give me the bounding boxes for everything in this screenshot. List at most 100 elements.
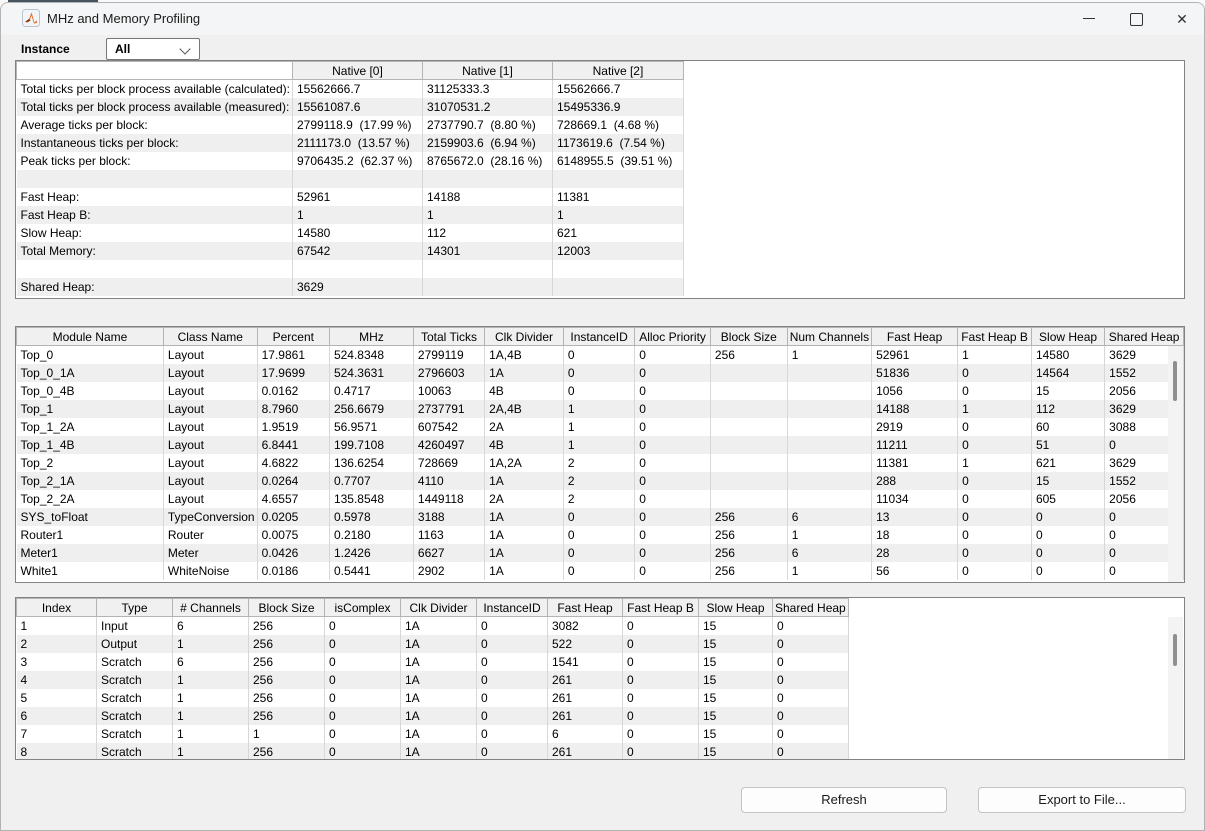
table-row[interactable]: Fast Heap:529611418811381 xyxy=(17,188,684,206)
minimize-button[interactable] xyxy=(1072,3,1106,35)
cell: 1 xyxy=(17,617,97,635)
close-button[interactable]: ✕ xyxy=(1165,3,1199,35)
table-row[interactable]: Top_1Layout8.7960256.667927377912A,4B101… xyxy=(17,400,1184,418)
table-row[interactable]: Average ticks per block:2799118.9 (17.99… xyxy=(17,116,684,134)
cell: 1 xyxy=(173,725,249,743)
cell: Top_2 xyxy=(17,454,164,472)
table-row[interactable]: Top_0_4BLayout0.01620.4717100634B0010560… xyxy=(17,382,1184,400)
column-header: Fast Heap xyxy=(872,328,958,346)
cell: 1 xyxy=(173,689,249,707)
table-row[interactable]: Router1Router0.00750.218011631A002561180… xyxy=(17,526,1184,544)
cell xyxy=(552,170,683,188)
table-row[interactable]: 5Scratch125601A02610150 xyxy=(17,689,849,707)
cell: 0 xyxy=(563,508,634,526)
cell xyxy=(710,418,787,436)
table-row[interactable]: Slow Heap:14580112621 xyxy=(17,224,684,242)
cell: Top_0_4B xyxy=(17,382,164,400)
cell: 52961 xyxy=(292,188,422,206)
scrollbar-thumb[interactable] xyxy=(1173,634,1177,666)
cell: 0.0186 xyxy=(257,562,329,580)
cell: 15495336.9 xyxy=(552,98,683,116)
export-to-file-button[interactable]: Export to File... xyxy=(978,787,1186,813)
window-title: MHz and Memory Profiling xyxy=(47,3,200,35)
instance-dropdown[interactable]: All xyxy=(106,38,200,60)
cell: 0 xyxy=(635,418,711,436)
cell: 136.6254 xyxy=(329,454,413,472)
cell: 0 xyxy=(958,436,1032,454)
column-header: Percent xyxy=(257,328,329,346)
cell: 0 xyxy=(325,725,401,743)
cell: 4110 xyxy=(413,472,484,490)
cell: 1.9519 xyxy=(257,418,329,436)
table-row[interactable]: Top_0Layout17.9861524.834827991191A,4B00… xyxy=(17,346,1184,364)
cell: 11381 xyxy=(552,188,683,206)
table-row[interactable]: 8Scratch125601A02610150 xyxy=(17,743,849,761)
cell: Router1 xyxy=(17,526,164,544)
cell: 0 xyxy=(623,743,699,761)
cell: 8 xyxy=(17,743,97,761)
cell: 14301 xyxy=(422,242,552,260)
table-row[interactable] xyxy=(17,170,684,188)
cell: Top_1_4B xyxy=(17,436,164,454)
cell: 522 xyxy=(548,635,623,653)
table-row[interactable]: White1WhiteNoise0.01860.544129021A002561… xyxy=(17,562,1184,580)
cell: 4B xyxy=(485,382,564,400)
header-row: IndexType# ChannelsBlock SizeisComplexCl… xyxy=(17,599,849,617)
table-row[interactable]: SYS_toFloatTypeConversion0.02050.5978318… xyxy=(17,508,1184,526)
cell: 0.7707 xyxy=(329,472,413,490)
cell: 3082 xyxy=(548,617,623,635)
cell: 67542 xyxy=(292,242,422,260)
column-header: Native [0] xyxy=(292,62,422,80)
table-row[interactable]: Top_1_2ALayout1.951956.95716075422A10291… xyxy=(17,418,1184,436)
table-row[interactable]: 6Scratch125601A02610150 xyxy=(17,707,849,725)
matlab-app-icon xyxy=(22,9,40,27)
table-row[interactable]: Top_2Layout4.6822136.62547286691A,2A2011… xyxy=(17,454,1184,472)
module-table-scrollbar[interactable] xyxy=(1168,346,1183,582)
table-row[interactable]: 4Scratch125601A02610150 xyxy=(17,671,849,689)
table-row[interactable]: 1Input625601A030820150 xyxy=(17,617,849,635)
cell: 0 xyxy=(958,562,1032,580)
cell: 10063 xyxy=(413,382,484,400)
cell: 0 xyxy=(477,635,548,653)
cell: 1163 xyxy=(413,526,484,544)
table-row[interactable]: Instantaneous ticks per block:2111173.0 … xyxy=(17,134,684,152)
table-row[interactable]: Total ticks per block process available … xyxy=(17,98,684,116)
table-row[interactable] xyxy=(17,260,684,278)
cell: 1A,2A xyxy=(485,454,564,472)
table-row[interactable]: Meter1Meter0.04261.242666271A00256628000 xyxy=(17,544,1184,562)
buffer-table-scrollbar[interactable] xyxy=(1168,617,1183,759)
cell: 2799119 xyxy=(413,346,484,364)
maximize-button[interactable] xyxy=(1119,3,1153,35)
table-row[interactable]: 7Scratch1101A060150 xyxy=(17,725,849,743)
column-header: Native [2] xyxy=(552,62,683,80)
table-row[interactable]: Top_1_4BLayout6.8441199.710842604974B101… xyxy=(17,436,1184,454)
table-row[interactable]: 3Scratch625601A015410150 xyxy=(17,653,849,671)
cell: 52961 xyxy=(872,346,958,364)
table-row[interactable]: Total Memory:675421430112003 xyxy=(17,242,684,260)
minimize-icon xyxy=(1083,18,1095,19)
cell: 6 xyxy=(787,544,871,562)
table-row[interactable]: 2Output125601A05220150 xyxy=(17,635,849,653)
table-row[interactable]: Total ticks per block process available … xyxy=(17,80,684,98)
close-icon: ✕ xyxy=(1176,11,1188,27)
cell: 1A xyxy=(485,526,564,544)
cell: Layout xyxy=(163,472,257,490)
table-row[interactable]: Fast Heap B:111 xyxy=(17,206,684,224)
cell: 0 xyxy=(958,490,1032,508)
table-row[interactable]: Shared Heap:3629 xyxy=(17,278,684,296)
scrollbar-thumb[interactable] xyxy=(1173,361,1177,401)
table-row[interactable]: Top_2_2ALayout4.6557135.854814491182A201… xyxy=(17,490,1184,508)
cell: Peak ticks per block: xyxy=(17,152,293,170)
table-row[interactable]: Top_0_1ALayout17.9699524.363127966031A00… xyxy=(17,364,1184,382)
cell: 256 xyxy=(710,508,787,526)
cell: 6 xyxy=(173,617,249,635)
table-row[interactable]: Peak ticks per block:9706435.2 (62.37 %)… xyxy=(17,152,684,170)
cell: 14580 xyxy=(292,224,422,242)
cell: 0.4717 xyxy=(329,382,413,400)
cell: 31125333.3 xyxy=(422,80,552,98)
table-row[interactable]: Top_2_1ALayout0.02640.770741101A20288015… xyxy=(17,472,1184,490)
title-bar[interactable]: MHz and Memory Profiling ✕ xyxy=(1,3,1204,35)
refresh-button[interactable]: Refresh xyxy=(741,787,947,813)
cell: 0 xyxy=(635,364,711,382)
cell: 0 xyxy=(325,617,401,635)
